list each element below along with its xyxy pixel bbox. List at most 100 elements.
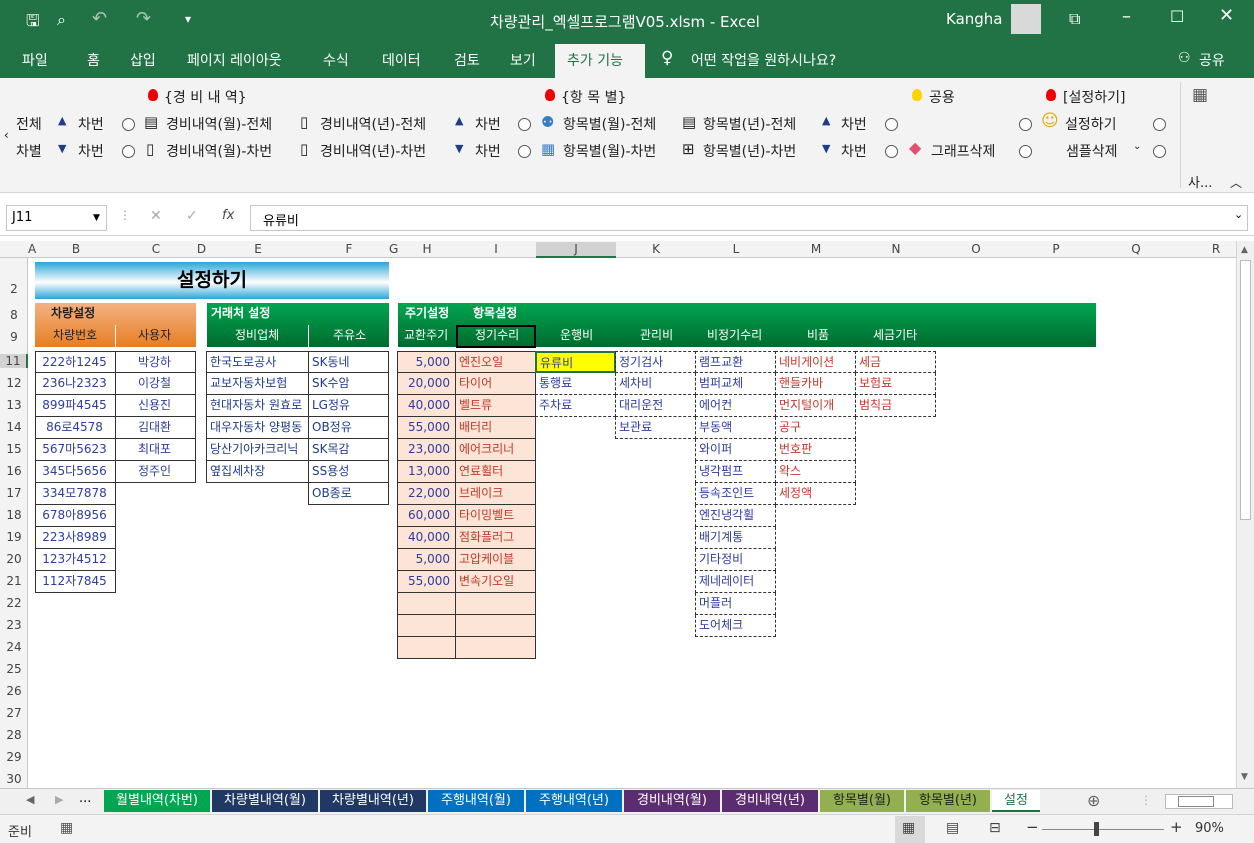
vertical-scrollbar[interactable]: ▲ ▼ [1236,241,1254,788]
col-header-i[interactable]: I [456,242,536,256]
repair-shop-cell[interactable]: 당산기아카크리닉 [206,439,309,461]
car-no-asc-2[interactable]: 차번 [475,114,501,134]
car-no-asc-3[interactable]: 차번 [841,114,867,134]
zoom-thumb[interactable] [1094,822,1099,836]
repair-shop-cell[interactable]: 한국도로공사 [206,351,309,373]
regular-repair-cell[interactable]: 브레이크 [455,483,536,505]
row-header[interactable]: 15 [0,442,28,456]
normal-view-icon[interactable]: ▦ [902,820,915,836]
row-header[interactable]: 24 [0,640,28,654]
scroll-down-icon[interactable]: ▼ [1241,772,1248,782]
cycle-cell[interactable] [397,593,456,615]
zoom-slider[interactable] [1042,829,1164,830]
tab-data[interactable]: 데이터 [382,50,421,70]
car-no-asc-1[interactable]: 차번 [78,114,104,134]
management-cell[interactable]: 정기검사 [615,351,696,373]
tab-scroll-right-icon[interactable]: ▶ [55,793,63,806]
items-month-car-button[interactable]: 항목별(월)-차번 [563,141,656,161]
add-sheet-icon[interactable]: ⊕ [1087,791,1100,810]
row-header[interactable]: 21 [0,574,28,588]
col-header-d[interactable]: D [196,242,207,256]
supplies-cell[interactable]: 핸들카바 [775,373,856,395]
avatar[interactable] [1011,4,1041,34]
row-header[interactable]: 26 [0,684,28,698]
operating-cell[interactable]: 통행료 [535,373,616,395]
gas-station-cell[interactable]: SS용성 [308,461,389,483]
undo-icon[interactable]: ↶ [92,8,107,29]
car-number-cell[interactable]: 86로4578 [35,417,116,439]
share-button[interactable]: 공유 [1199,50,1225,70]
radio-9[interactable] [1019,145,1032,158]
cycle-cell[interactable]: 55,000 [397,417,456,439]
car-number-cell[interactable]: 123가4512 [35,549,116,571]
cycle-cell[interactable]: 60,000 [397,505,456,527]
cycle-cell[interactable]: 23,000 [397,439,456,461]
gas-station-cell[interactable]: SK수암 [308,373,389,395]
gas-station-cell[interactable]: SK목감 [308,439,389,461]
irregular-repair-cell[interactable]: 램프교환 [695,351,776,373]
expense-year-all-button[interactable]: 경비내역(년)-전체 [320,114,426,134]
delete-graph-button[interactable]: 그래프삭제 [931,141,995,161]
sort-down-icon[interactable]: ▼ [822,142,830,155]
user-cell[interactable]: 김대환 [115,417,196,439]
macro-record-icon[interactable]: ▦ [60,820,73,836]
cycle-cell[interactable]: 20,000 [397,373,456,395]
tax-cell[interactable]: 범칙금 [855,395,936,417]
operating-cell[interactable]: 주차료 [535,395,616,417]
customize-qat-icon[interactable]: ▾ [185,12,191,26]
row-header[interactable]: 9 [0,330,28,344]
cycle-cell[interactable]: 22,000 [397,483,456,505]
car-number-cell[interactable]: 112자7845 [35,571,116,593]
irregular-repair-cell[interactable]: 기타정비 [695,549,776,571]
radio-2[interactable] [518,118,531,131]
sort-down-icon[interactable]: ▼ [58,142,66,155]
sheet-tab[interactable]: 주행내역(월) [428,790,524,812]
sheet-tab[interactable]: 월별내역(차번) [104,790,210,812]
radio-4[interactable] [1019,118,1032,131]
cycle-cell[interactable]: 5,000 [397,351,456,373]
chevron-down-icon[interactable]: ▼ [93,206,100,230]
row-header[interactable]: 14 [0,420,28,434]
col-header-g[interactable]: G [389,242,398,256]
repair-shop-cell[interactable]: 옆집세차장 [206,461,309,483]
items-month-all-button[interactable]: 항목별(월)-전체 [563,114,656,134]
close-icon[interactable]: ✕ [1219,5,1234,26]
radio-5[interactable] [1153,118,1166,131]
irregular-repair-cell[interactable]: 에어컨 [695,395,776,417]
row-header[interactable]: 28 [0,728,28,742]
sheet-tab[interactable]: 항목별(년) [906,790,990,812]
sheet-tab[interactable]: 차량별내역(월) [212,790,318,812]
row-header[interactable]: 16 [0,464,28,478]
col-header-o[interactable]: O [936,242,1016,256]
row-header[interactable]: 13 [0,398,28,412]
irregular-repair-cell[interactable]: 배기계통 [695,527,776,549]
row-header[interactable]: 19 [0,530,28,544]
repair-shop-cell[interactable]: 대우자동차 양평동 [206,417,309,439]
tax-cell[interactable]: 보험료 [855,373,936,395]
zoom-in-icon[interactable]: + [1170,818,1183,836]
row-header[interactable]: 22 [0,596,28,610]
regular-repair-cell[interactable]: 변속기오일 [455,571,536,593]
expense-month-all-button[interactable]: 경비내역(월)-전체 [166,114,272,134]
horizontal-scrollbar[interactable] [1165,794,1233,809]
cycle-cell[interactable] [397,615,456,637]
irregular-repair-cell[interactable]: 와이퍼 [695,439,776,461]
tab-scroll-left-icon[interactable]: ◀ [26,793,34,806]
sheet-tab[interactable]: 경비내역(월) [624,790,720,812]
sheet-tab[interactable]: 설정 [992,790,1040,812]
radio-6[interactable] [122,145,135,158]
page-break-icon[interactable]: ⊟ [989,820,1001,836]
chevron-down-icon[interactable]: ⌄ [1133,141,1141,152]
cycle-cell[interactable] [397,637,456,659]
car-number-cell[interactable]: 236나2323 [35,373,116,395]
irregular-repair-cell[interactable]: 냉각펌프 [695,461,776,483]
scroll-up-icon[interactable]: ▲ [1241,245,1248,255]
supplies-cell[interactable]: 번호판 [775,439,856,461]
zoom-out-icon[interactable]: − [1026,818,1039,836]
user-cell[interactable]: 이강철 [115,373,196,395]
delete-sample-button[interactable]: 샘플삭제 [1066,141,1118,161]
row-header[interactable]: 12 [0,376,28,390]
tab-review[interactable]: 검토 [454,50,480,70]
radio-7[interactable] [518,145,531,158]
car-number-cell[interactable]: 334모7878 [35,483,116,505]
